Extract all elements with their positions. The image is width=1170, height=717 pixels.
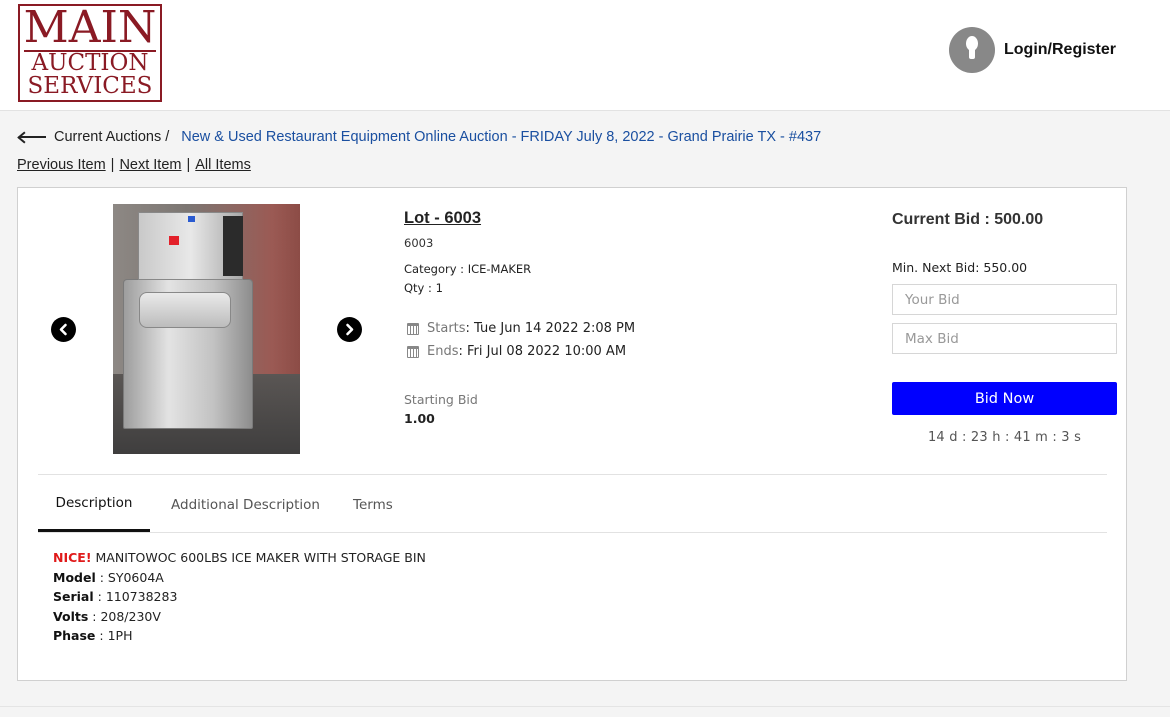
description-content: NICE! MANITOWOC 600LBS ICE MAKER WITH ST…: [53, 548, 426, 646]
chevron-left-circle-icon[interactable]: [51, 317, 76, 342]
logo-auction-text: AUCTION: [31, 50, 149, 76]
arrow-left-icon[interactable]: [17, 129, 47, 145]
logo-services-text: SERVICES: [27, 73, 153, 99]
breadcrumb: Current Auctions / New & Used Restaurant…: [17, 127, 821, 147]
previous-item-link[interactable]: Previous Item: [17, 157, 106, 173]
spec-key: Phase: [53, 628, 96, 643]
starting-bid-value: 1.00: [404, 411, 435, 426]
starts-value: : Tue Jun 14 2022 2:08 PM: [465, 321, 636, 336]
login-register-label: Login/Register: [1004, 41, 1117, 58]
nice-badge: NICE!: [53, 550, 92, 565]
nav-separator: |: [186, 157, 191, 173]
spec-row: Serial : 110738283: [53, 587, 426, 607]
next-item-link[interactable]: Next Item: [119, 157, 181, 173]
starting-bid-label: Starting Bid: [404, 392, 478, 407]
spec-row: Phase : 1PH: [53, 626, 426, 646]
spec-value: : 208/230V: [88, 608, 161, 624]
category-label: Category :: [404, 262, 465, 276]
site-header: MAIN AUCTION SERVICES Login/Register: [0, 0, 1170, 111]
countdown-timer: 14 d : 23 h : 41 m : 3 s: [927, 430, 1082, 445]
category-value: ICE-MAKER: [467, 262, 532, 276]
lot-ends: Ends: Fri Jul 08 2022 10:00 AM: [407, 344, 626, 359]
spec-key: Model: [53, 569, 96, 585]
calendar-icon: [407, 322, 419, 335]
qty-value: 1: [435, 281, 443, 295]
ends-value: : Fri Jul 08 2022 10:00 AM: [458, 344, 627, 359]
detail-tabs: Description Additional Description Terms: [38, 475, 1107, 533]
description-headline: NICE! MANITOWOC 600LBS ICE MAKER WITH ST…: [53, 548, 426, 568]
headline-text: MANITOWOC 600LBS ICE MAKER WITH STORAGE …: [95, 550, 426, 565]
spec-row: Volts : 208/230V: [53, 607, 426, 627]
lot-starts: Starts: Tue Jun 14 2022 2:08 PM: [407, 321, 635, 336]
lot-quantity: Qty : 1: [404, 281, 443, 295]
breadcrumb-current-auctions[interactable]: Current Auctions: [54, 129, 161, 145]
lot-title[interactable]: Lot - 6003: [404, 209, 481, 228]
footer-divider: [0, 706, 1170, 707]
chevron-right-circle-icon[interactable]: [337, 317, 362, 342]
bid-now-button[interactable]: Bid Now: [892, 382, 1117, 415]
max-bid-input[interactable]: [892, 323, 1117, 354]
current-bid: Current Bid : 500.00: [892, 211, 1044, 228]
all-items-link[interactable]: All Items: [195, 157, 251, 173]
item-navigation: Previous Item | Next Item | All Items: [17, 157, 251, 173]
lot-photo[interactable]: [113, 204, 300, 454]
spec-value: : 110738283: [93, 589, 178, 604]
breadcrumb-auction-link[interactable]: New & Used Restaurant Equipment Online A…: [181, 129, 821, 145]
tab-terms[interactable]: Terms: [353, 475, 393, 532]
tab-description[interactable]: Description: [38, 475, 150, 532]
logo-main-text: MAIN: [23, 2, 157, 53]
starts-label: Starts: [427, 321, 466, 336]
site-logo[interactable]: MAIN AUCTION SERVICES: [18, 4, 162, 102]
spec-value: : SY0604A: [95, 569, 164, 585]
spec-key: Volts: [53, 608, 89, 624]
lot-category: Category : ICE-MAKER: [404, 262, 531, 276]
lot-detail-panel: Lot - 6003 6003 Category : ICE-MAKER Qty…: [17, 187, 1127, 681]
spec-key: Serial: [53, 589, 94, 604]
your-bid-input[interactable]: [892, 284, 1117, 315]
login-register-button[interactable]: Login/Register: [949, 26, 1116, 74]
user-icon: [949, 27, 995, 73]
spec-value: : 1PH: [95, 628, 133, 643]
breadcrumb-separator: /: [165, 129, 170, 145]
qty-label: Qty :: [404, 281, 432, 295]
tab-additional-description[interactable]: Additional Description: [171, 475, 320, 532]
min-next-bid: Min. Next Bid: 550.00: [892, 260, 1028, 275]
calendar-icon: [407, 345, 419, 358]
nav-separator: |: [110, 157, 115, 173]
ends-label: Ends: [427, 344, 459, 359]
spec-row: Model : SY0604A: [53, 568, 426, 588]
lot-number: 6003: [404, 236, 434, 250]
